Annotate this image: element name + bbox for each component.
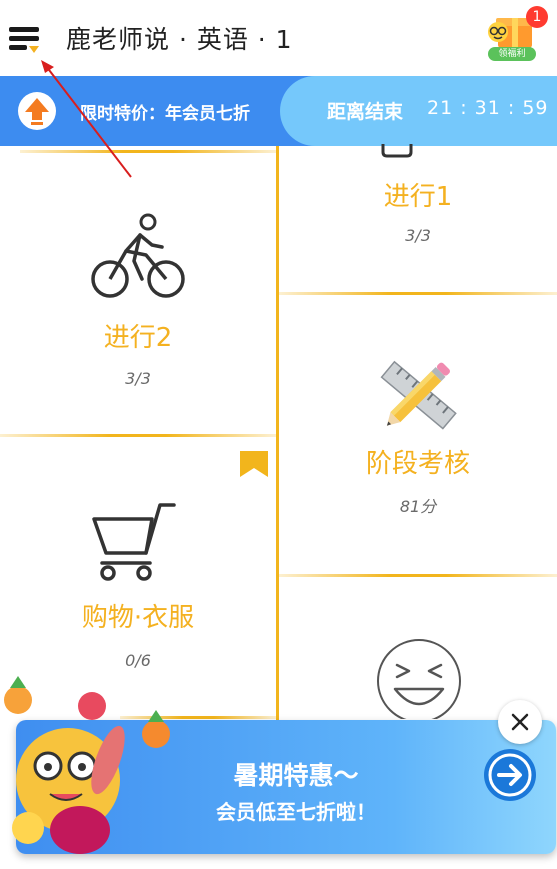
popup-close-button[interactable] [498,700,542,744]
lesson-title: 进行2 [103,323,173,353]
lesson-card-exam[interactable]: 阶段考核 81分 [279,295,557,574]
lesson-card-progress-1[interactable]: 进行1 3/3 [279,144,557,292]
ruler-pencil-icon [380,360,457,430]
countdown-timer: 21 : 31 : 59 [427,97,549,119]
lesson-score: 81分 [399,497,437,516]
lesson-progress: 3/3 [405,226,431,245]
laughing-face-icon [377,639,461,719]
menu-button[interactable] [8,22,44,58]
popup-title: 暑期特惠～ [233,761,359,790]
gift-label: 领福利 [488,47,536,61]
lesson-progress: 3/3 [125,369,151,388]
bicycle-icon [91,213,185,298]
lesson-title: 购物·衣服 [81,603,195,633]
up-arrow-icon [25,98,49,125]
fruit-mascot-icon [4,676,170,854]
bookmark-icon [240,451,268,477]
lesson-title: 阶段考核 [365,449,470,479]
lesson-title: 进行1 [383,182,453,212]
partial-icon [381,144,413,158]
popup-subtitle: 会员低至七折啦！ [216,800,376,824]
shopping-cart-icon [92,503,176,581]
close-icon [511,713,529,731]
promo-text: 限时特价：年会员七折 [80,104,250,124]
lesson-card-progress-2[interactable]: 进行2 3/3 [0,153,276,434]
menu-icon [9,27,39,53]
arrow-right-icon [488,753,532,797]
notification-badge: 1 [526,6,548,28]
countdown-label: 距离结束 [327,101,404,123]
lesson-card-next[interactable] [279,577,557,719]
popup-go-button[interactable] [484,749,536,801]
promo-badge [18,92,56,130]
lesson-progress: 0/6 [125,651,151,670]
page-title: 鹿老师说 · 英语 · 1 [66,25,293,54]
